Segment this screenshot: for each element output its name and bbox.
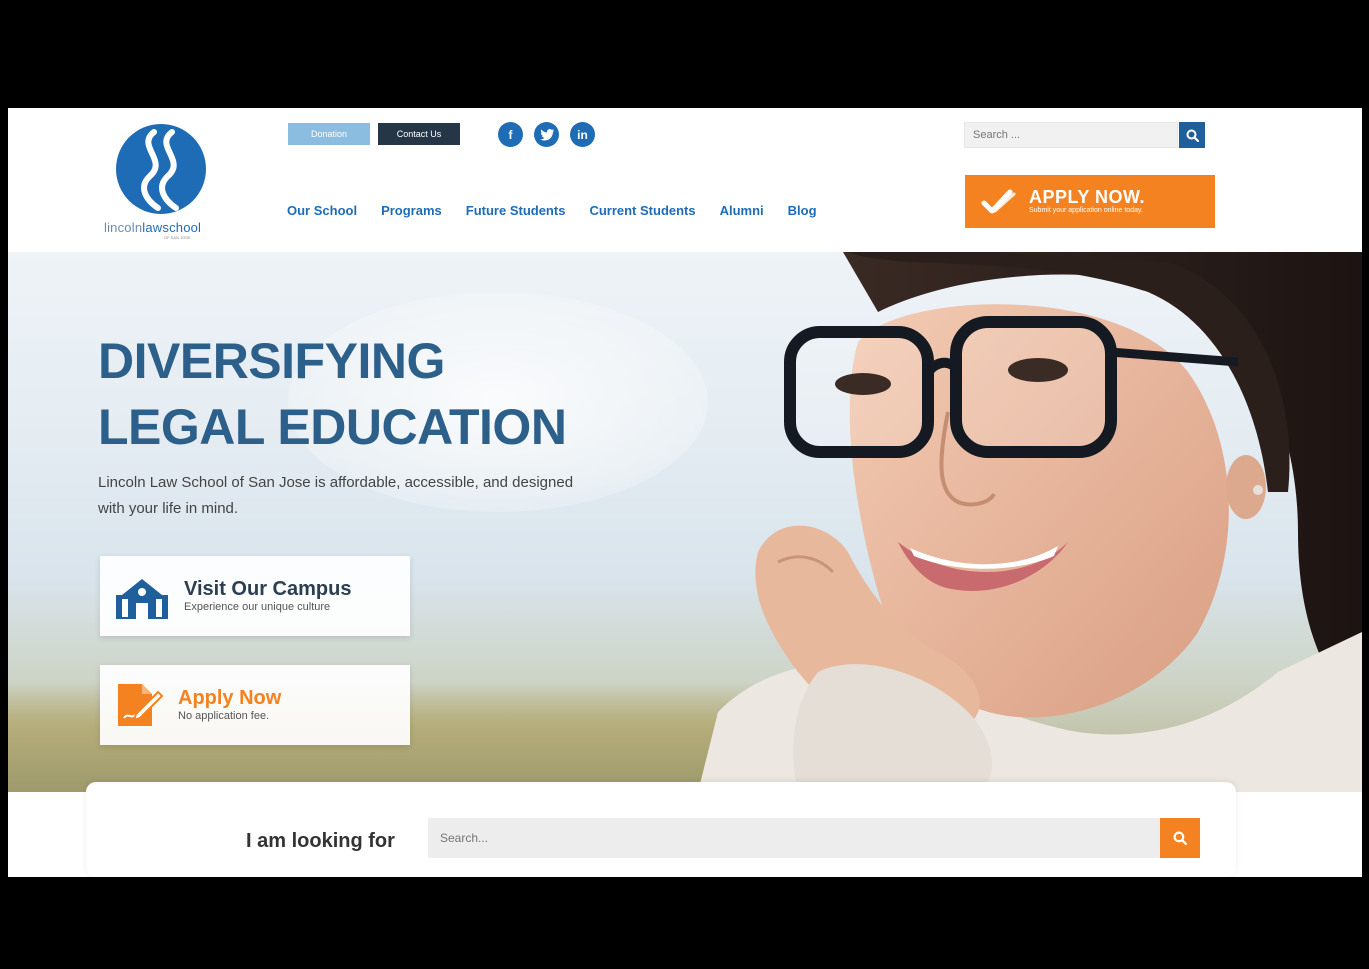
linkedin-icon[interactable]: in	[570, 122, 595, 147]
double-check-icon	[981, 189, 1016, 213]
site-logo[interactable]: lincolnlawschool OF SAN JOSE	[104, 122, 224, 242]
nav-our-school[interactable]: Our School	[287, 203, 357, 218]
header-search-button[interactable]	[1179, 122, 1205, 148]
nav-alumni[interactable]: Alumni	[720, 203, 764, 218]
hero-title-line-2: LEGAL EDUCATION	[98, 399, 567, 455]
donation-button[interactable]: Donation	[288, 123, 370, 145]
visit-campus-card[interactable]: Visit Our Campus Experience our unique c…	[100, 556, 410, 636]
finder-section: I am looking for	[8, 782, 1362, 877]
apply-now-banner-button[interactable]: APPLY NOW. Submit your application onlin…	[965, 175, 1215, 228]
application-form-icon	[118, 684, 164, 726]
facebook-glyph: f	[508, 127, 513, 142]
finder-label: I am looking for	[246, 830, 395, 852]
twitter-icon[interactable]	[534, 122, 559, 147]
campus-building-icon	[116, 579, 168, 619]
apply-now-card[interactable]: Apply Now No application fee.	[100, 665, 410, 745]
nav-current-students[interactable]: Current Students	[589, 203, 695, 218]
hero-subtitle: Lincoln Law School of San Jose is afford…	[98, 474, 574, 517]
hero-photo-woman-glasses	[698, 252, 1362, 792]
logo-emblem	[116, 124, 206, 214]
apply-banner-subtitle: Submit your application online today.	[1029, 206, 1143, 214]
search-icon	[1173, 831, 1187, 845]
logo-text-main: lawschool	[142, 220, 202, 235]
hero-title-line-1: DIVERSIFYING	[98, 333, 445, 389]
logo-subtext: OF SAN JOSE	[164, 235, 191, 240]
site-header: lincolnlawschool OF SAN JOSE Donation Co…	[8, 108, 1362, 252]
finder-panel: I am looking for	[86, 782, 1236, 877]
apply-now-card-title: Apply Now	[178, 687, 282, 709]
visit-campus-subtitle: Experience our unique culture	[184, 601, 331, 613]
hero-section: DIVERSIFYING LEGAL EDUCATION Lincoln Law…	[8, 252, 1362, 792]
finder-search-button[interactable]	[1160, 818, 1200, 858]
linkedin-glyph: in	[577, 127, 588, 142]
finder-search-input[interactable]	[428, 818, 1160, 858]
apply-now-card-subtitle: No application fee.	[178, 710, 270, 722]
contact-us-button[interactable]: Contact Us	[378, 123, 460, 145]
main-nav: Our School Programs Future Students Curr…	[287, 203, 817, 218]
logo-wordmark: lincolnlawschool	[104, 220, 201, 235]
logo-text-prefix: lincoln	[104, 220, 143, 235]
facebook-icon[interactable]: f	[498, 122, 523, 147]
nav-blog[interactable]: Blog	[788, 203, 817, 218]
apply-banner-title: APPLY NOW.	[1029, 186, 1146, 207]
nav-programs[interactable]: Programs	[381, 203, 442, 218]
header-search-input[interactable]	[964, 122, 1178, 148]
webpage-frame: lincolnlawschool OF SAN JOSE Donation Co…	[8, 108, 1362, 877]
search-icon	[1186, 129, 1199, 142]
visit-campus-title: Visit Our Campus	[184, 578, 352, 600]
hero-title: DIVERSIFYING LEGAL EDUCATION	[98, 328, 567, 460]
nav-future-students[interactable]: Future Students	[466, 203, 566, 218]
